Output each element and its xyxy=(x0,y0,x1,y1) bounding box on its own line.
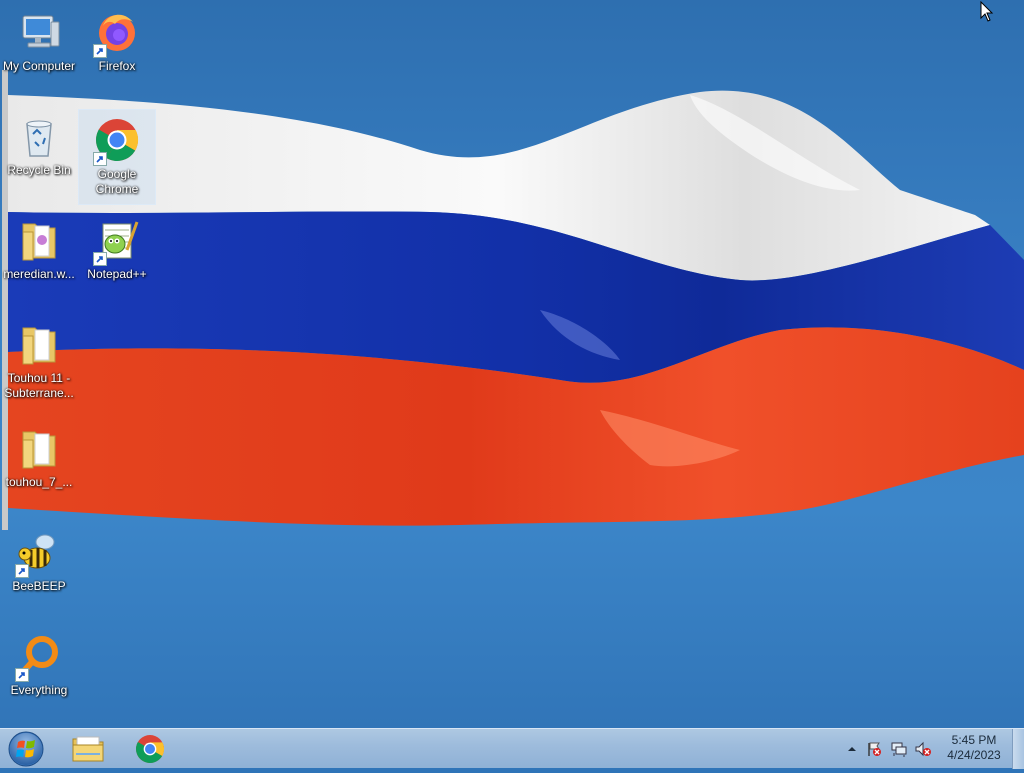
computer-icon xyxy=(15,8,63,56)
desktop-icon-my-computer[interactable]: My Computer xyxy=(0,2,78,98)
shortcut-arrow-icon xyxy=(93,44,107,58)
shortcut-arrow-icon xyxy=(15,668,29,682)
desktop-icon-recycle-bin[interactable]: Recycle Bin xyxy=(0,106,78,202)
recycle-bin-icon xyxy=(15,112,63,160)
folder-icon xyxy=(15,320,63,368)
taskbar-pin-chrome[interactable] xyxy=(124,731,176,767)
desktop-icon-label: Touhou 11 - Subterrane... xyxy=(4,371,74,400)
desktop-icon-label: touhou_7_... xyxy=(5,475,73,489)
taskbar-clock[interactable]: 5:45 PM 4/24/2023 xyxy=(938,733,1010,763)
desktop-icon-touhou-7[interactable]: touhou_7_... xyxy=(0,418,78,514)
shortcut-arrow-icon xyxy=(93,252,107,266)
desktop-icon-notepadpp[interactable]: Notepad++ xyxy=(78,210,156,306)
clock-date: 4/24/2023 xyxy=(947,748,1001,762)
desktop[interactable]: My Computer Firefox Recycle Bin Google C… xyxy=(0,0,1024,728)
desktop-icon-google-chrome[interactable]: Google Chrome xyxy=(78,109,156,205)
windows-start-icon xyxy=(8,731,44,767)
start-button[interactable] xyxy=(6,730,46,768)
desktop-icon-label: Firefox xyxy=(98,59,136,73)
desktop-icon-beebeep[interactable]: BeeBEEP xyxy=(0,522,78,618)
volume-muted-icon[interactable] xyxy=(915,741,931,757)
chrome-icon xyxy=(136,735,165,763)
desktop-icon-everything[interactable]: Everything xyxy=(0,626,78,722)
show-hidden-icons-icon[interactable] xyxy=(844,741,860,757)
desktop-icon-meredian[interactable]: meredian.w... xyxy=(0,210,78,306)
desktop-icon-label: Google Chrome xyxy=(95,167,139,196)
desktop-icon-label: Everything xyxy=(10,683,68,697)
desktop-icon-label: My Computer xyxy=(2,59,76,73)
taskbar-pin-file-explorer[interactable] xyxy=(62,731,114,767)
action-center-flag-icon[interactable] xyxy=(866,741,882,757)
folder-icon xyxy=(15,216,63,264)
folder-icon xyxy=(15,424,63,472)
taskbar: 5:45 PM 4/24/2023 xyxy=(0,728,1024,769)
network-icon[interactable] xyxy=(891,741,907,757)
clock-time: 5:45 PM xyxy=(951,733,997,747)
show-desktop-button[interactable] xyxy=(1012,729,1024,769)
desktop-icon-touhou-11[interactable]: Touhou 11 - Subterrane... xyxy=(0,314,78,410)
desktop-icon-label: meredian.w... xyxy=(3,267,75,281)
firefox-icon xyxy=(93,8,141,58)
desktop-icon-label: Recycle Bin xyxy=(7,163,71,177)
desktop-icon-label: BeeBEEP xyxy=(12,579,66,593)
chrome-icon xyxy=(93,116,141,166)
beebeep-icon xyxy=(15,528,63,578)
desktop-icon-firefox[interactable]: Firefox xyxy=(78,2,156,98)
notepadpp-icon xyxy=(93,216,141,266)
shortcut-arrow-icon xyxy=(15,564,29,578)
everything-icon xyxy=(15,632,63,682)
mouse-cursor-icon xyxy=(980,1,994,22)
shortcut-arrow-icon xyxy=(93,152,107,166)
file-explorer-icon xyxy=(72,736,104,762)
desktop-icon-label: Notepad++ xyxy=(87,267,147,281)
